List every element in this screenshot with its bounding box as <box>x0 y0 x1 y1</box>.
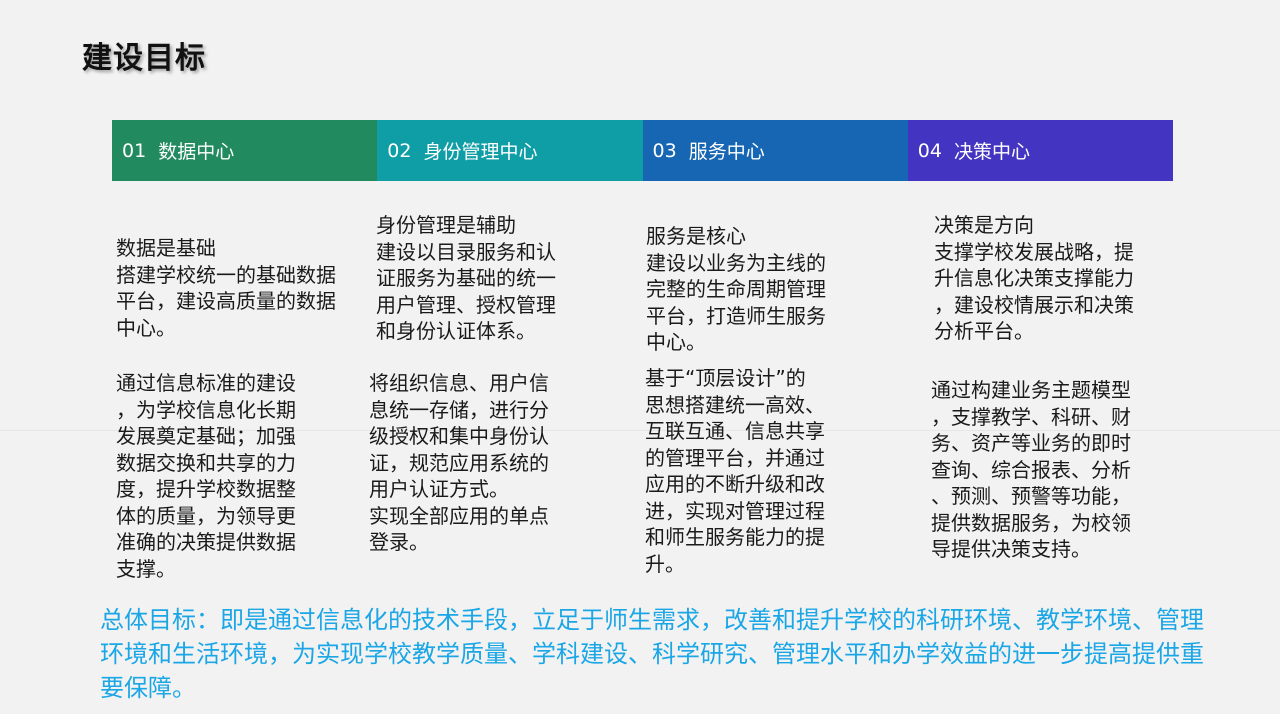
column-heading: 决策是方向 <box>934 213 1034 237</box>
column-intro-text: 搭建学校统一的基础数据 平台，建设高质量的数据 中心。 <box>116 262 336 340</box>
column-service-intro: 服务是核心 建设以业务为主线的 完整的生命周期管理 平台，打造师生服务 中心。 <box>646 223 856 356</box>
overall-goal-summary: 总体目标：即是通过信息化的技术手段，立足于师生需求，改善和提升学校的科研环境、教… <box>100 606 1204 702</box>
tab-number: 01 <box>122 139 147 162</box>
column-service-detail: 基于“顶层设计”的 思想搭建统一高效、 互联互通、信息共享 的管理平台，并通过 … <box>645 366 825 576</box>
tab-label: 数据中心 <box>158 141 235 163</box>
tab-number: 02 <box>387 139 412 162</box>
column-decision-intro: 决策是方向 支撑学校发展战略，提 升信息化决策支撑能力 ，建设校情展示和决策 分… <box>934 212 1174 345</box>
column-identity-detail: 将组织信息、用户信 息统一存储，进行分 级授权和集中身份认 证，规范应用系统的 … <box>369 371 549 554</box>
column-identity-intro: 身份管理是辅助 建设以目录服务和认 证服务为基础的统一 用户管理、授权管理 和身… <box>376 212 586 345</box>
column-data-intro: 数据是基础 搭建学校统一的基础数据 平台，建设高质量的数据 中心。 <box>116 235 366 341</box>
tab-label: 决策中心 <box>953 141 1030 163</box>
column-heading: 数据是基础 <box>116 236 216 260</box>
page-title: 建设目标 <box>82 41 206 76</box>
center-tab-bar: 01 数据中心 02 身份管理中心 03 服务中心 04 决策中心 <box>112 120 1173 181</box>
column-intro-text: 建设以目录服务和认 证服务为基础的统一 用户管理、授权管理 和身份认证体系。 <box>376 239 556 344</box>
tab-decision-center[interactable]: 04 决策中心 <box>907 120 1173 181</box>
column-data-detail: 通过信息标准的建设 ，为学校信息化长期 发展奠定基础；加强 数据交换和共享的力 … <box>116 371 296 581</box>
column-decision-detail: 通过构建业务主题模型 ，支撑教学、科研、财 务、资产等业务的即时 查询、综合报表… <box>931 378 1131 561</box>
column-intro-text: 建设以业务为主线的 完整的生命周期管理 平台，打造师生服务 中心。 <box>646 250 826 355</box>
column-intro-text: 支撑学校发展战略，提 升信息化决策支撑能力 ，建设校情展示和决策 分析平台。 <box>934 239 1134 344</box>
tab-service-center[interactable]: 03 服务中心 <box>642 120 908 181</box>
tab-identity-management-center[interactable]: 02 身份管理中心 <box>377 120 643 181</box>
column-heading: 服务是核心 <box>646 224 746 248</box>
tab-number: 03 <box>652 139 677 162</box>
tab-number: 04 <box>917 139 942 162</box>
tab-data-center[interactable]: 01 数据中心 <box>112 120 378 181</box>
tab-label: 身份管理中心 <box>423 141 538 163</box>
column-heading: 身份管理是辅助 <box>376 213 516 237</box>
tab-label: 服务中心 <box>688 141 765 163</box>
